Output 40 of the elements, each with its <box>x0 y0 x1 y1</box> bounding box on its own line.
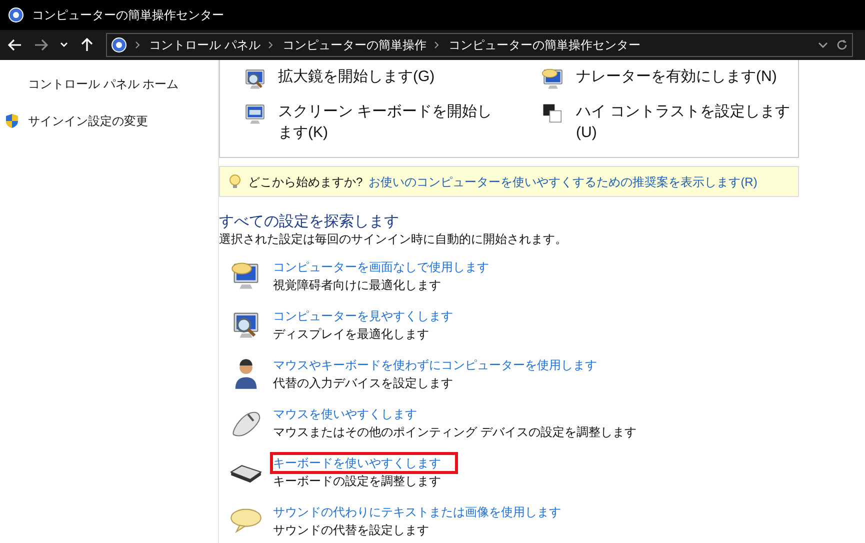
quick-access-link[interactable]: スクリーン キーボードを開始します(K) <box>278 100 498 142</box>
window-title: コンピューターの簡単操作センター <box>32 7 224 24</box>
chevron-down-icon[interactable] <box>818 41 828 49</box>
quick-access-link[interactable]: ハイ コントラストを設定します(U) <box>576 100 796 142</box>
breadcrumb[interactable]: コンピューターの簡単操作センター <box>448 36 640 54</box>
setting-link[interactable]: コンピューターを画面なしで使用します <box>273 259 489 275</box>
up-arrow-icon[interactable] <box>80 38 94 52</box>
breadcrumb[interactable]: コンピューターの簡単操作 <box>282 36 426 54</box>
tip-text: どこから始めますか? <box>248 174 363 190</box>
section-subtitle: 選択された設定は毎回のサインイン時に自動的に開始されます。 <box>219 232 568 247</box>
setting-description: キーボードの設定を調整します <box>273 473 442 489</box>
section-title: すべての設定を探索します <box>219 212 400 232</box>
chevron-down-icon[interactable] <box>60 41 68 49</box>
control-panel-icon <box>111 37 127 53</box>
setting-link[interactable]: マウスを使いやすくします <box>273 406 417 422</box>
setting-description: 代替の入力デバイスを設定します <box>273 375 454 391</box>
setting-description: マウスまたはその他のポインティング デバイスの設定を調整します <box>273 424 636 440</box>
sidebar-link[interactable]: サインイン設定の変更 <box>28 112 148 130</box>
refresh-icon[interactable] <box>836 39 848 51</box>
breadcrumb[interactable]: コントロール パネル <box>149 36 260 54</box>
control-panel-icon <box>8 7 24 23</box>
setting-description: ディスプレイを最適化します <box>273 326 430 342</box>
lightbulb-icon <box>228 174 242 190</box>
forward-arrow-icon[interactable] <box>34 38 48 52</box>
chevron-right-icon <box>434 41 440 49</box>
setting-link[interactable]: マウスやキーボードを使わずにコンピューターを使用します <box>273 357 597 373</box>
recommendation-link[interactable]: お使いのコンピューターを使いやすくするための推奨案を表示します(R) <box>368 172 758 190</box>
address-bar[interactable]: コントロール パネル コンピューターの簡単操作 コンピューターの簡単操作センター <box>106 33 853 57</box>
setting-description: サウンドの代替を設定します <box>273 522 430 538</box>
chevron-right-icon <box>268 41 274 49</box>
back-arrow-icon[interactable] <box>8 38 22 52</box>
chevron-right-icon <box>135 41 141 49</box>
setting-description: 視覚障碍者向けに最適化します <box>273 277 442 293</box>
shield-icon <box>4 113 20 129</box>
setting-link[interactable]: キーボードを使いやすくします <box>273 455 455 471</box>
sidebar-link[interactable]: コントロール パネル ホーム <box>28 75 179 93</box>
quick-access-link[interactable]: 拡大鏡を開始します(G) <box>278 66 498 87</box>
setting-link[interactable]: コンピューターを見やすくします <box>273 308 453 324</box>
setting-link[interactable]: サウンドの代わりにテキストまたは画像を使用します <box>273 504 561 520</box>
quick-access-link[interactable]: ナレーターを有効にします(N) <box>576 66 796 87</box>
